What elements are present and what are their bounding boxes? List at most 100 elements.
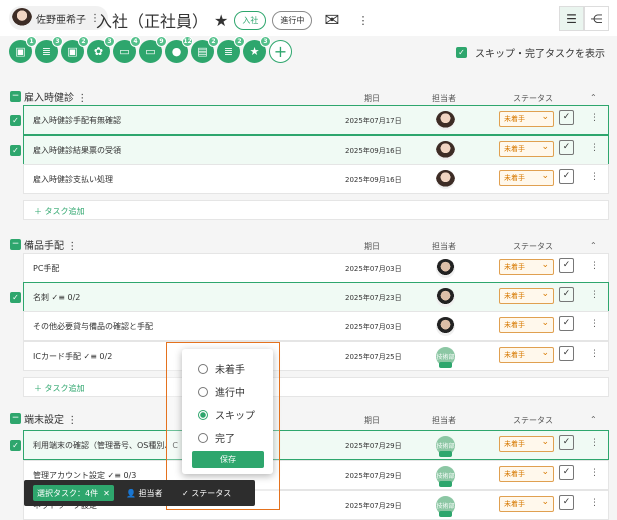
status-button[interactable]: ✓ ステータス bbox=[182, 488, 231, 499]
row-checkbox[interactable]: ✓ bbox=[10, 292, 21, 303]
complete-check-button[interactable]: ✓ bbox=[559, 316, 574, 331]
status-select[interactable]: 未着手 bbox=[499, 140, 554, 157]
file-icon[interactable]: ▤ 2 bbox=[191, 36, 219, 63]
avatar[interactable] bbox=[436, 259, 455, 278]
complete-check-button[interactable]: ✓ bbox=[559, 346, 574, 361]
avatar[interactable]: 技術部 bbox=[436, 347, 455, 368]
complete-check-button[interactable]: ✓ bbox=[559, 258, 574, 273]
task-name[interactable]: 雇入時健診支払い処理 bbox=[33, 174, 113, 185]
more-icon[interactable]: ⋮ bbox=[590, 498, 599, 508]
more-icon[interactable]: ⋮ bbox=[590, 172, 599, 182]
task-row[interactable]: ICカード手配 ✓≡ 0/2 2025年07月25日 技術部 未着手 ✓ ⋮ bbox=[23, 341, 609, 371]
status-select[interactable]: 未着手 bbox=[499, 258, 554, 275]
task-name[interactable]: 利用端末の確認（管理番号、OS種別、C bbox=[33, 440, 178, 451]
save-button[interactable]: 保存 bbox=[192, 451, 264, 468]
mail-icon[interactable]: ✉ bbox=[324, 10, 339, 31]
task-row[interactable]: その他必要貸与備品の確認と手配 2025年07月03日 未着手 ✓ ⋮ bbox=[23, 311, 609, 341]
add-task-button[interactable]: ＋ タスク追加 bbox=[23, 200, 609, 220]
status-option[interactable]: スキップ bbox=[198, 407, 255, 422]
star-icon[interactable]: ★ 3 bbox=[243, 36, 271, 63]
avatar[interactable] bbox=[436, 170, 455, 189]
status-option[interactable]: 進行中 bbox=[198, 384, 245, 399]
complete-check-button[interactable]: ✓ bbox=[559, 465, 574, 480]
laptop-icon[interactable]: ▭ 4 bbox=[113, 36, 141, 63]
avatar[interactable] bbox=[436, 111, 455, 130]
gear-icon[interactable]: ✿ 3 bbox=[87, 36, 115, 63]
doc-icon[interactable]: ≣ 3 bbox=[35, 36, 63, 63]
status-select[interactable]: 未着手 bbox=[499, 465, 554, 482]
add-icon[interactable]: + bbox=[269, 40, 292, 63]
status-select[interactable]: 未着手 bbox=[499, 435, 554, 452]
status-option[interactable]: 完了 bbox=[198, 430, 235, 445]
laptop-icon[interactable]: ▭ 9 bbox=[139, 36, 167, 63]
status-select[interactable]: 未着手 bbox=[499, 169, 554, 186]
more-icon[interactable]: ⋮ bbox=[590, 468, 599, 478]
radio-icon[interactable] bbox=[198, 432, 208, 443]
check-icon[interactable]: ✓ bbox=[456, 47, 467, 58]
assignee-button[interactable]: 👤 担当者 bbox=[126, 488, 163, 499]
complete-check-button[interactable]: ✓ bbox=[559, 495, 574, 510]
chevron-up-icon[interactable]: ⌃ bbox=[590, 93, 597, 102]
task-name[interactable]: ICカード手配 ✓≡ 0/2 bbox=[33, 351, 112, 362]
more-icon[interactable]: ⋮ bbox=[590, 438, 599, 448]
close-icon[interactable]: ✕ bbox=[103, 489, 110, 498]
chevron-up-icon[interactable]: ⌃ bbox=[590, 415, 597, 424]
task-row[interactable]: PC手配 2025年07月03日 未着手 ✓ ⋮ bbox=[23, 253, 609, 283]
more-icon[interactable]: ⋮ bbox=[590, 113, 599, 123]
more-icon[interactable]: ⋮ bbox=[590, 261, 599, 271]
add-task-button[interactable]: ＋ タスク追加 bbox=[23, 377, 609, 397]
skip-completed-toggle[interactable]: ✓ スキップ・完了タスクを表示 bbox=[456, 45, 605, 60]
status-select[interactable]: 未着手 bbox=[499, 316, 554, 333]
avatar[interactable] bbox=[436, 317, 455, 336]
more-icon[interactable]: ⋮ bbox=[67, 241, 77, 252]
task-row[interactable]: 利用端末の確認（管理番号、OS種別、C 2025年07月29日 技術部 未着手 ✓ ⋮ bbox=[23, 430, 609, 460]
more-icon[interactable]: ⋮ bbox=[77, 93, 87, 104]
task-name[interactable]: 雇入時健診手配有無確認 bbox=[33, 115, 121, 126]
avatar[interactable] bbox=[436, 288, 455, 307]
avatar[interactable] bbox=[436, 141, 455, 160]
status-select[interactable]: 未着手 bbox=[499, 110, 554, 127]
doc-icon[interactable]: ≣ 2 bbox=[217, 36, 245, 63]
more-icon[interactable]: ⋮ bbox=[67, 415, 77, 426]
list-view-icon[interactable]: ☰ bbox=[559, 6, 584, 31]
star-icon[interactable]: ★ bbox=[214, 11, 228, 30]
task-row[interactable]: 雇入時健診支払い処理 2025年09月16日 未着手 ✓ ⋮ bbox=[23, 164, 609, 194]
task-name[interactable]: 名刺 ✓≡ 0/2 bbox=[33, 292, 80, 303]
task-name[interactable]: 雇入時健診結果票の受領 bbox=[33, 145, 121, 156]
task-row[interactable]: 雇入時健診結果票の受領 2025年09月16日 未着手 ✓ ⋮ bbox=[23, 135, 609, 165]
collapse-checkbox[interactable]: − bbox=[10, 413, 21, 424]
avatar[interactable]: 技術部 bbox=[436, 466, 455, 487]
card-icon[interactable]: ▣ 2 bbox=[61, 36, 89, 63]
more-icon[interactable]: ⋮ bbox=[590, 143, 599, 153]
task-row[interactable]: 雇入時健診手配有無確認 2025年07月17日 未着手 ✓ ⋮ bbox=[23, 105, 609, 135]
person-chip[interactable]: 佐野亜希子 ⋮ bbox=[9, 6, 108, 30]
person-icon[interactable]: ● 12 bbox=[165, 36, 193, 63]
collapse-checkbox[interactable]: − bbox=[10, 91, 21, 102]
task-row[interactable]: 名刺 ✓≡ 0/2 2025年07月23日 未着手 ✓ ⋮ bbox=[23, 282, 609, 312]
complete-check-button[interactable]: ✓ bbox=[559, 110, 574, 125]
radio-icon[interactable] bbox=[198, 386, 208, 397]
status-select[interactable]: 未着手 bbox=[499, 495, 554, 512]
task-name[interactable]: PC手配 bbox=[33, 263, 59, 274]
avatar[interactable]: 技術部 bbox=[436, 496, 455, 517]
task-name[interactable]: その他必要貸与備品の確認と手配 bbox=[33, 321, 153, 332]
complete-check-button[interactable]: ✓ bbox=[559, 140, 574, 155]
radio-icon[interactable] bbox=[198, 409, 208, 420]
more-icon[interactable]: ⋮ bbox=[590, 319, 599, 329]
radio-icon[interactable] bbox=[198, 363, 208, 374]
status-option[interactable]: 未着手 bbox=[198, 361, 245, 376]
status-select[interactable]: 未着手 bbox=[499, 346, 554, 363]
complete-check-button[interactable]: ✓ bbox=[559, 287, 574, 302]
more-icon[interactable]: ⋮ bbox=[590, 349, 599, 359]
row-checkbox[interactable]: ✓ bbox=[10, 115, 21, 126]
more-icon[interactable]: ⋮ bbox=[590, 290, 599, 300]
more-icon[interactable]: ⋮ bbox=[357, 14, 368, 27]
complete-check-button[interactable]: ✓ bbox=[559, 435, 574, 450]
complete-check-button[interactable]: ✓ bbox=[559, 169, 574, 184]
row-checkbox[interactable]: ✓ bbox=[10, 440, 21, 451]
chevron-up-icon[interactable]: ⌃ bbox=[590, 241, 597, 250]
tree-view-icon[interactable]: ⋲ bbox=[584, 6, 609, 31]
avatar[interactable]: 技術部 bbox=[436, 436, 455, 457]
status-select[interactable]: 未着手 bbox=[499, 287, 554, 304]
card-icon[interactable]: ▣ 1 bbox=[9, 36, 37, 63]
